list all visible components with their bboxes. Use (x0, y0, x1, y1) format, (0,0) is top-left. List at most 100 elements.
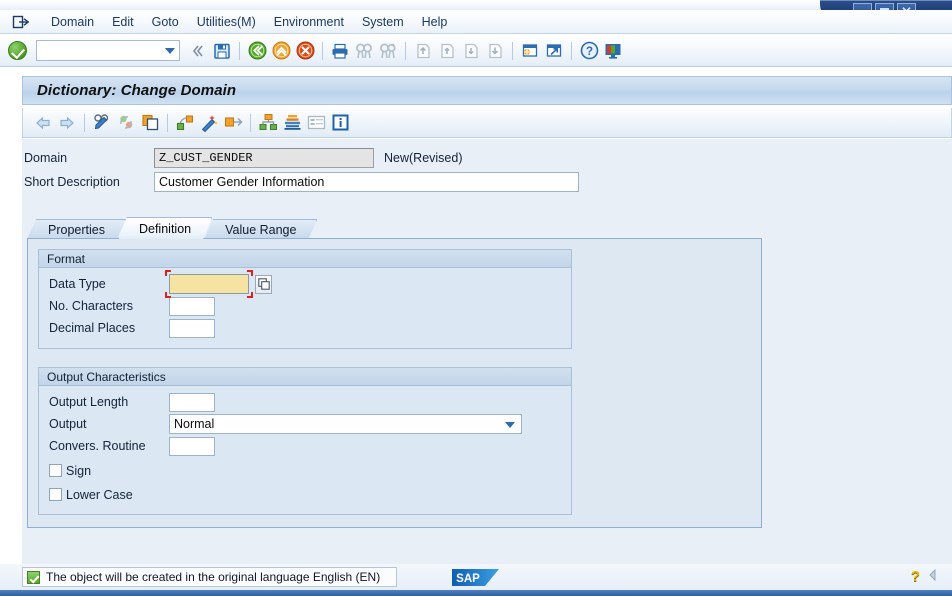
data-type-input[interactable] (169, 274, 249, 294)
sign-row: Sign (39, 460, 571, 481)
tab-properties-label: Properties (48, 222, 105, 237)
previous-object-icon[interactable] (31, 111, 55, 135)
copy-icon[interactable] (138, 111, 162, 135)
output-length-input[interactable] (169, 392, 215, 412)
no-characters-input[interactable] (169, 296, 215, 316)
convers-routine-row: Convers. Routine (39, 435, 571, 457)
list-icon[interactable] (304, 111, 328, 135)
sign-checkbox[interactable] (49, 464, 62, 477)
tab-definition[interactable]: Definition (118, 217, 212, 239)
output-characteristics-group-body: Output Length Output Normal Convers. Rou… (39, 386, 571, 505)
output-dropdown[interactable]: Normal (169, 414, 522, 434)
first-page-icon[interactable] (411, 39, 435, 63)
search-help-icon (257, 278, 270, 290)
lower-case-label: Lower Case (66, 487, 133, 502)
activate-icon[interactable] (197, 111, 221, 135)
help-icon[interactable]: ? (577, 39, 601, 63)
page-title: Dictionary: Change Domain (22, 76, 952, 105)
lower-case-row: Lower Case (39, 484, 571, 505)
decimal-places-row: Decimal Places (39, 317, 571, 339)
status-collapse-arrow-icon[interactable] (926, 568, 940, 585)
tab-value-range[interactable]: Value Range (204, 219, 317, 239)
left-margin-stripe (0, 139, 22, 564)
command-field[interactable] (36, 40, 180, 61)
output-label: Output (49, 417, 87, 431)
sap-logo: SAP (452, 569, 499, 586)
print-icon[interactable] (328, 39, 352, 63)
last-page-icon[interactable] (483, 39, 507, 63)
short-description-input[interactable] (154, 172, 579, 192)
domain-name-input[interactable] (154, 148, 374, 168)
success-check-icon (27, 570, 40, 584)
sap-gui-window: ✕ Domain Edit Goto Utilities(M) Environm… (0, 0, 952, 596)
cancel-icon[interactable] (293, 39, 317, 63)
menu-item-help[interactable]: Help (413, 12, 457, 32)
status-message-box: The object will be created in the origin… (22, 567, 397, 587)
command-input[interactable] (40, 42, 158, 59)
menu-item-utilities[interactable]: Utilities(M) (188, 12, 265, 32)
output-row: Output Normal (39, 413, 571, 435)
status-bar: The object will be created in the origin… (0, 564, 952, 590)
menu-item-system[interactable]: System (353, 12, 413, 32)
create-shortcut-icon[interactable] (542, 39, 566, 63)
session-exit-icon[interactable] (12, 14, 30, 30)
no-characters-label: No. Characters (49, 299, 134, 313)
sap-logo-text: SAP (456, 573, 480, 585)
tab-value-range-label: Value Range (225, 222, 297, 237)
display-change-icon[interactable] (90, 111, 114, 135)
hierarchy-icon[interactable] (256, 111, 280, 135)
enter-button[interactable] (8, 41, 27, 60)
content-area: Domain New(Revised) Short Description Pr… (0, 139, 952, 564)
definition-tab-panel: Format Data Type No. Characters Decimal … (27, 238, 762, 528)
collapse-command-icon[interactable] (186, 39, 210, 63)
menu-item-edit[interactable]: Edit (103, 12, 143, 32)
next-page-icon[interactable] (459, 39, 483, 63)
next-object-icon[interactable] (55, 111, 79, 135)
tab-strip: Properties Definition Value Range (27, 217, 762, 239)
format-group-title: Format (39, 250, 571, 268)
save-icon[interactable] (210, 39, 234, 63)
data-type-search-help-button[interactable] (255, 274, 272, 294)
lower-case-checkbox[interactable] (49, 488, 62, 501)
menu-bar: Domain Edit Goto Utilities(M) Environmen… (0, 10, 952, 34)
create-session-icon[interactable] (518, 39, 542, 63)
window-bottom-border (0, 590, 952, 596)
previous-page-icon[interactable] (435, 39, 459, 63)
where-used-icon[interactable] (173, 111, 197, 135)
short-description-row: Short Description (22, 171, 579, 193)
tab-properties[interactable]: Properties (27, 219, 126, 239)
chevron-down-icon[interactable] (165, 48, 175, 54)
exit-icon[interactable] (269, 39, 293, 63)
find-icon[interactable] (352, 39, 376, 63)
stack-icon[interactable] (280, 111, 304, 135)
find-next-icon[interactable] (376, 39, 400, 63)
help-question-icon[interactable]: ? (911, 568, 920, 585)
customize-icon[interactable] (601, 39, 625, 63)
application-toolbar (22, 108, 952, 138)
sign-label: Sign (66, 463, 92, 478)
refresh-icon[interactable] (114, 111, 138, 135)
decimal-places-input[interactable] (169, 318, 215, 338)
no-characters-row: No. Characters (39, 295, 571, 317)
window-title-bar (0, 0, 952, 10)
domain-usage-icon[interactable] (221, 111, 245, 135)
header-fields: Domain New(Revised) Short Description (22, 147, 579, 193)
tab-definition-label: Definition (138, 221, 192, 236)
domain-status-text: New(Revised) (384, 151, 463, 165)
menu-item-goto[interactable]: Goto (143, 12, 188, 32)
output-length-label: Output Length (49, 395, 129, 409)
chevron-down-icon[interactable] (505, 422, 515, 428)
svg-text:?: ? (585, 46, 592, 58)
menu-item-domain[interactable]: Domain (42, 12, 103, 32)
decimal-places-label: Decimal Places (49, 321, 136, 335)
information-icon[interactable] (328, 111, 352, 135)
output-length-row: Output Length (39, 391, 571, 413)
status-bar-right: ? (911, 568, 940, 585)
system-toolbar: ? (0, 35, 952, 67)
menu-item-environment[interactable]: Environment (265, 12, 353, 32)
short-description-label: Short Description (24, 175, 120, 189)
back-icon[interactable] (245, 39, 269, 63)
convers-routine-input[interactable] (169, 436, 215, 456)
format-group: Format Data Type No. Characters Decimal … (38, 249, 572, 349)
domain-label: Domain (24, 151, 68, 165)
